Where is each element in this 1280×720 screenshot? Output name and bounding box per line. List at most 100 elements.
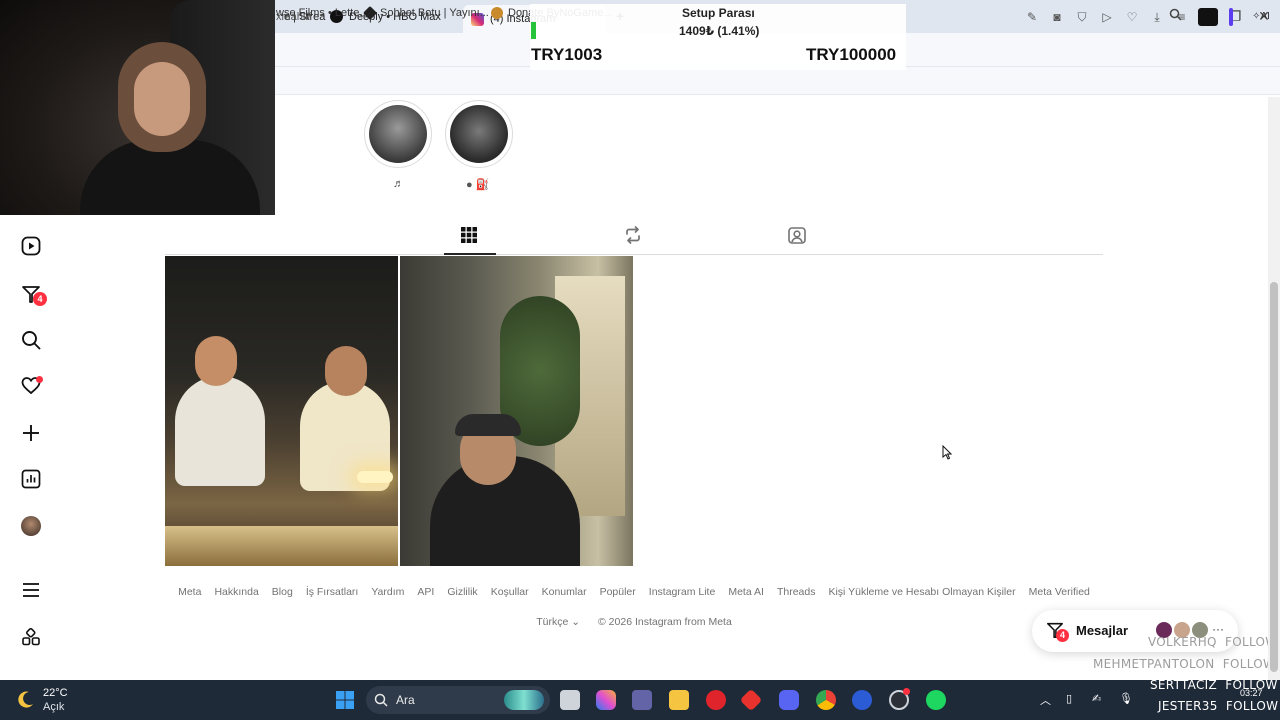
footer-link[interactable]: Koşullar xyxy=(491,586,529,598)
extension-icon[interactable] xyxy=(1198,8,1218,26)
goal-title: Setup Parası xyxy=(682,6,755,20)
donate-favicon-icon xyxy=(491,7,503,19)
tray-chevron-up-icon[interactable]: ︿ xyxy=(1040,692,1051,708)
messages-label: Mesajlar xyxy=(1076,623,1129,638)
highlight-label: ● ⛽ xyxy=(466,179,490,191)
search-highlight-icon xyxy=(504,690,544,710)
notification-dot xyxy=(36,376,43,383)
reels-icon[interactable] xyxy=(20,235,42,257)
follow-user: VOLKERHQ xyxy=(1148,635,1217,649)
goal-progress-text: 1409₺ (1.41%) xyxy=(679,24,760,38)
footer-link[interactable]: Threads xyxy=(777,586,816,598)
follow-user: SERTTACIZ xyxy=(1150,678,1218,692)
battery-icon[interactable]: ▯ xyxy=(1066,692,1072,705)
person-cap xyxy=(455,414,521,436)
footer-link[interactable]: Meta Verified xyxy=(1029,586,1090,598)
menu-icon[interactable]: ≡ xyxy=(1175,10,1189,24)
ai-button[interactable]: ✧AI xyxy=(1249,10,1273,24)
scrollbar-thumb[interactable] xyxy=(1270,282,1278,672)
opera-icon[interactable] xyxy=(706,690,726,710)
sidebar-toggle-icon[interactable] xyxy=(1229,8,1233,26)
weather-temperature[interactable]: 22°C xyxy=(43,687,68,699)
download-icon[interactable]: ⤓ xyxy=(1150,10,1164,24)
story-highlight-1[interactable] xyxy=(364,100,432,168)
bookmark-label: Sohbet Botu | Yayını... xyxy=(380,7,489,19)
also-from-meta-icon[interactable] xyxy=(20,626,42,648)
footer-link[interactable]: Gizlilik xyxy=(447,586,477,598)
footer-link[interactable]: İş Fırsatları xyxy=(306,586,359,598)
copilot-icon[interactable] xyxy=(596,690,616,710)
bookmark-sohbet-botu[interactable]: Sohbet Botu | Yayını... xyxy=(362,5,489,21)
goal-min-amount: TRY1003 xyxy=(531,45,603,64)
microphone-icon[interactable]: 🎙 xyxy=(1119,692,1133,705)
windows-start-icon[interactable] xyxy=(335,690,355,715)
camera-icon[interactable]: ◙ xyxy=(1050,10,1064,24)
footer-link[interactable]: Blog xyxy=(272,586,293,598)
footer-link[interactable]: API xyxy=(417,586,434,598)
table-lamp xyxy=(357,471,393,483)
file-explorer-icon[interactable] xyxy=(669,690,689,710)
profile-tabs-divider xyxy=(165,254,1103,255)
follow-alert: MEHMETPANTOLON FOLLOW xyxy=(1093,657,1275,671)
follow-action: FOLLOW xyxy=(1225,699,1279,713)
copyright: © 2026 Instagram from Meta xyxy=(598,616,732,628)
webcam-overlay xyxy=(0,0,275,215)
play-icon[interactable]: ▷ xyxy=(1100,10,1114,24)
active-tab-indicator xyxy=(444,253,496,255)
highlight-thumbnail xyxy=(369,105,427,163)
footer-link[interactable]: Konumlar xyxy=(542,586,587,598)
footer-link[interactable]: Meta AI xyxy=(728,586,764,598)
story-highlight-2[interactable] xyxy=(445,100,513,168)
teams-icon[interactable] xyxy=(632,690,652,710)
person-left-head xyxy=(195,336,237,386)
spotify-icon[interactable] xyxy=(926,690,946,710)
clock-time[interactable]: 03:27 xyxy=(1240,688,1263,698)
sohbet-favicon-icon xyxy=(362,5,378,21)
follow-user: JESTER35 xyxy=(1158,699,1218,713)
pen-menu-icon[interactable]: ✍ xyxy=(1092,692,1101,705)
discord-icon[interactable] xyxy=(779,690,799,710)
moon-weather-icon xyxy=(16,689,36,714)
footer-link[interactable]: Kişi Yükleme ve Hesabı Olmayan Kişiler xyxy=(828,586,1015,598)
profile-avatar[interactable] xyxy=(20,515,42,537)
footer-links: Meta Hakkında Blog İş Fırsatları Yardım … xyxy=(0,586,1268,598)
language-label: Türkçe xyxy=(536,616,569,628)
person-right-head xyxy=(325,346,367,396)
notification-dot xyxy=(903,688,910,695)
footer-link[interactable]: Meta xyxy=(178,586,201,598)
goal-progress-bar xyxy=(531,22,536,39)
heart-icon[interactable]: ♡ xyxy=(1125,10,1139,24)
follow-alert: JESTER35 FOLLOW xyxy=(1158,699,1278,713)
follow-alert: VOLKERHQ FOLLOW xyxy=(1148,635,1277,649)
post-thumbnail-1[interactable] xyxy=(165,256,398,566)
task-view-icon[interactable] xyxy=(560,690,580,710)
follow-user: MEHMETPANTOLON xyxy=(1093,657,1215,671)
create-plus-icon[interactable] xyxy=(20,422,42,444)
edit-icon[interactable]: ✎ xyxy=(1025,10,1039,24)
language-select[interactable]: Türkçe ⌄ xyxy=(536,616,580,628)
goal-max-amount: TRY100000 xyxy=(806,45,897,64)
avatar xyxy=(21,516,41,536)
chevron-down-icon: ⌄ xyxy=(571,616,581,628)
footer-link[interactable]: Hakkında xyxy=(214,586,258,598)
mouse-cursor-icon xyxy=(942,444,953,465)
bookmark-films[interactable]: wse Films • Lette... xyxy=(276,7,369,19)
messages-badge: 4 xyxy=(1056,629,1069,642)
search-icon[interactable] xyxy=(20,329,42,351)
footer-link[interactable]: Instagram Lite xyxy=(649,586,716,598)
dashboard-icon[interactable] xyxy=(20,468,42,490)
weather-description[interactable]: Açık xyxy=(43,701,64,713)
tab-reposts-icon[interactable] xyxy=(623,225,645,247)
post-thumbnail-2[interactable] xyxy=(400,256,633,566)
chrome-icon[interactable] xyxy=(816,690,836,710)
shield-icon[interactable]: ⛉ xyxy=(1075,10,1089,24)
tab-tagged-icon[interactable] xyxy=(787,225,809,247)
ai-label: AI xyxy=(1260,11,1270,22)
tab-posts-grid-icon[interactable] xyxy=(459,225,481,247)
messages-badge: 4 xyxy=(33,292,47,306)
taskbar-search-label: Ara xyxy=(396,693,415,707)
highlight-thumbnail xyxy=(450,105,508,163)
ea-app-icon[interactable] xyxy=(852,690,872,710)
footer-link[interactable]: Yardım xyxy=(371,586,404,598)
footer-link[interactable]: Popüler xyxy=(600,586,636,598)
